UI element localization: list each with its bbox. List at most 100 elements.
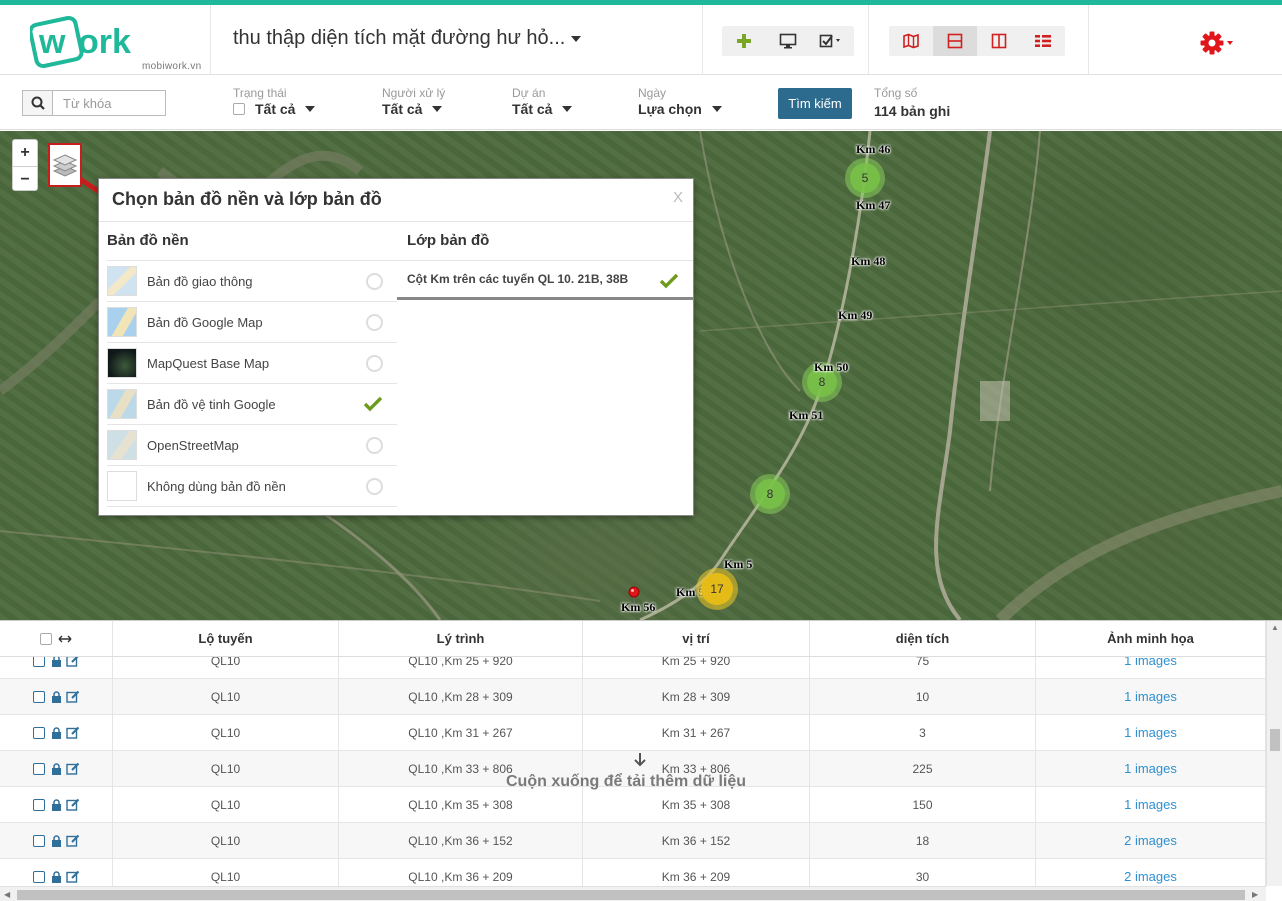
table-header: Lộ tuyến Lý trình vị trí diện tích Ảnh m… [0, 621, 1266, 657]
add-button[interactable] [722, 26, 766, 56]
base-map-name: MapQuest Base Map [147, 355, 270, 371]
close-icon[interactable]: X [673, 189, 683, 206]
settings-menu-button[interactable] [1200, 31, 1238, 55]
resize-arrows-icon[interactable] [58, 635, 72, 643]
row-checkbox[interactable] [32, 726, 45, 739]
view-map-button[interactable] [889, 26, 933, 56]
base-map-option[interactable]: Bản đồ vệ tinh Google [107, 384, 397, 425]
view-list-button[interactable] [1021, 26, 1065, 56]
column-header[interactable]: Ảnh minh họa [1036, 621, 1266, 656]
layer-selection-popup: Chọn bản đồ nền và lớp bản đồ X Bản đồ n… [98, 178, 694, 516]
base-map-option[interactable]: Bản đồ Google Map [107, 302, 397, 343]
radio-button[interactable] [366, 355, 383, 372]
km-label: Km 49 [838, 308, 873, 322]
table-cell: QL10 ,Km 31 + 267 [339, 715, 583, 750]
radio-button[interactable] [366, 314, 383, 331]
table-cell: QL10 [113, 679, 339, 714]
layers-button[interactable] [48, 143, 82, 187]
row-actions [0, 751, 113, 786]
table-cell: QL10 ,Km 36 + 152 [339, 823, 583, 858]
base-map-option[interactable]: Không dùng bản đồ nền [107, 466, 397, 507]
status-checkbox[interactable] [233, 103, 245, 115]
row-checkbox[interactable] [32, 762, 45, 775]
filter-bar: Trạng thái Tất cả Người xử lý Tất cả Dự … [0, 76, 1282, 130]
map-cluster[interactable]: 17 [696, 568, 738, 610]
table-row[interactable]: QL10 QL10 ,Km 35 + 308 Km 35 + 308 150 1 ima… [0, 787, 1266, 823]
lock-icon[interactable] [51, 690, 62, 703]
layer-name: Cột Km trên các tuyến QL 10. 21B, 38B [407, 272, 629, 286]
view-split-vertical-button[interactable] [977, 26, 1021, 56]
project-selector[interactable]: thu thập diện tích mặt đường hư hỏ... [233, 27, 582, 50]
vertical-scrollbar[interactable]: ▲ [1266, 621, 1282, 886]
search-submit-button[interactable]: Tìm kiếm [778, 88, 852, 119]
status-filter[interactable]: Trạng thái Tất cả [233, 86, 316, 117]
base-map-option[interactable]: OpenStreetMap [107, 425, 397, 466]
lock-icon[interactable] [51, 726, 62, 739]
images-link[interactable]: 1 images [1036, 751, 1266, 786]
search-button[interactable] [22, 90, 52, 116]
images-link[interactable]: 2 images [1036, 823, 1266, 858]
date-filter[interactable]: Ngày Lựa chọn [638, 86, 722, 117]
edit-icon[interactable] [65, 690, 80, 703]
edit-icon[interactable] [65, 870, 80, 883]
lock-icon[interactable] [51, 762, 62, 775]
zoom-out-button[interactable]: − [13, 166, 37, 192]
checklist-dropdown-button[interactable] [810, 26, 854, 56]
overlay-layer-option[interactable]: Cột Km trên các tuyến QL 10. 21B, 38B [397, 261, 693, 300]
chevron-down-icon [562, 106, 573, 112]
radio-button[interactable] [366, 437, 383, 454]
project-filter[interactable]: Dự án Tất cả [512, 86, 573, 117]
map-cluster[interactable]: 5 [845, 158, 885, 198]
table-row[interactable]: QL10 QL10 ,Km 36 + 152 Km 36 + 152 18 2 imag… [0, 823, 1266, 859]
zoom-in-button[interactable]: + [13, 140, 37, 166]
table-row[interactable]: QL10 QL10 ,Km 31 + 267 Km 31 + 267 3 1 image… [0, 715, 1266, 751]
edit-icon[interactable] [65, 762, 80, 775]
select-all-checkbox[interactable] [40, 632, 52, 645]
km-label: Km 48 [851, 254, 886, 268]
lock-icon[interactable] [51, 870, 62, 883]
cluster-count: 5 [850, 163, 880, 193]
map-view[interactable]: + − Km 46 5 Km 47 Km 48 Km 49 8 Km 50 Km… [0, 131, 1282, 620]
monitor-button[interactable] [766, 26, 810, 56]
radio-button[interactable] [366, 273, 383, 290]
lock-icon[interactable] [51, 834, 62, 847]
table-cell: QL10 ,Km 35 + 308 [339, 787, 583, 822]
select-all-header [0, 621, 113, 656]
images-link[interactable]: 1 images [1036, 679, 1266, 714]
column-header[interactable]: vị trí [583, 621, 810, 656]
mobiwork-logo[interactable]: w ork mobiwork.vn [28, 11, 201, 73]
radio-button[interactable] [366, 478, 383, 495]
checkmark-icon[interactable] [363, 396, 383, 412]
column-header[interactable]: Lộ tuyến [113, 621, 339, 656]
row-checkbox[interactable] [32, 870, 45, 883]
column-header[interactable]: Lý trình [339, 621, 583, 656]
images-link[interactable]: 1 images [1036, 787, 1266, 822]
row-checkbox[interactable] [32, 798, 45, 811]
checkmark-icon[interactable] [659, 273, 679, 289]
mapquest-thumbnail [107, 348, 137, 378]
row-checkbox[interactable] [32, 834, 45, 847]
images-link[interactable]: 1 images [1036, 715, 1266, 750]
column-header[interactable]: diện tích [810, 621, 1036, 656]
assignee-filter[interactable]: Người xử lý Tất cả [382, 86, 445, 117]
view-split-horizontal-button[interactable] [933, 26, 977, 56]
table-cell: QL10 [113, 787, 339, 822]
overlay-layer-list: Lớp bản đồ Cột Km trên các tuyến QL 10. … [397, 222, 693, 300]
lock-icon[interactable] [51, 798, 62, 811]
search-icon [31, 96, 45, 110]
table-cell: Km 31 + 267 [583, 715, 810, 750]
chevron-down-icon [571, 35, 582, 42]
date-filter-value: Lựa chọn [638, 101, 702, 117]
keyword-search-input[interactable] [52, 90, 166, 116]
base-map-option[interactable]: Bản đồ giao thông [107, 261, 397, 302]
base-map-name: Bản đồ vệ tinh Google [147, 396, 276, 412]
edit-icon[interactable] [65, 726, 80, 739]
table-cell: 225 [810, 751, 1036, 786]
edit-icon[interactable] [65, 798, 80, 811]
edit-icon[interactable] [65, 834, 80, 847]
table-row[interactable]: QL10 QL10 ,Km 28 + 309 Km 28 + 309 10 1 imag… [0, 679, 1266, 715]
row-checkbox[interactable] [32, 690, 45, 703]
base-map-option[interactable]: MapQuest Base Map [107, 343, 397, 384]
horizontal-scrollbar[interactable]: ◀ ▶ [0, 886, 1266, 901]
map-cluster[interactable]: 8 [750, 474, 790, 514]
